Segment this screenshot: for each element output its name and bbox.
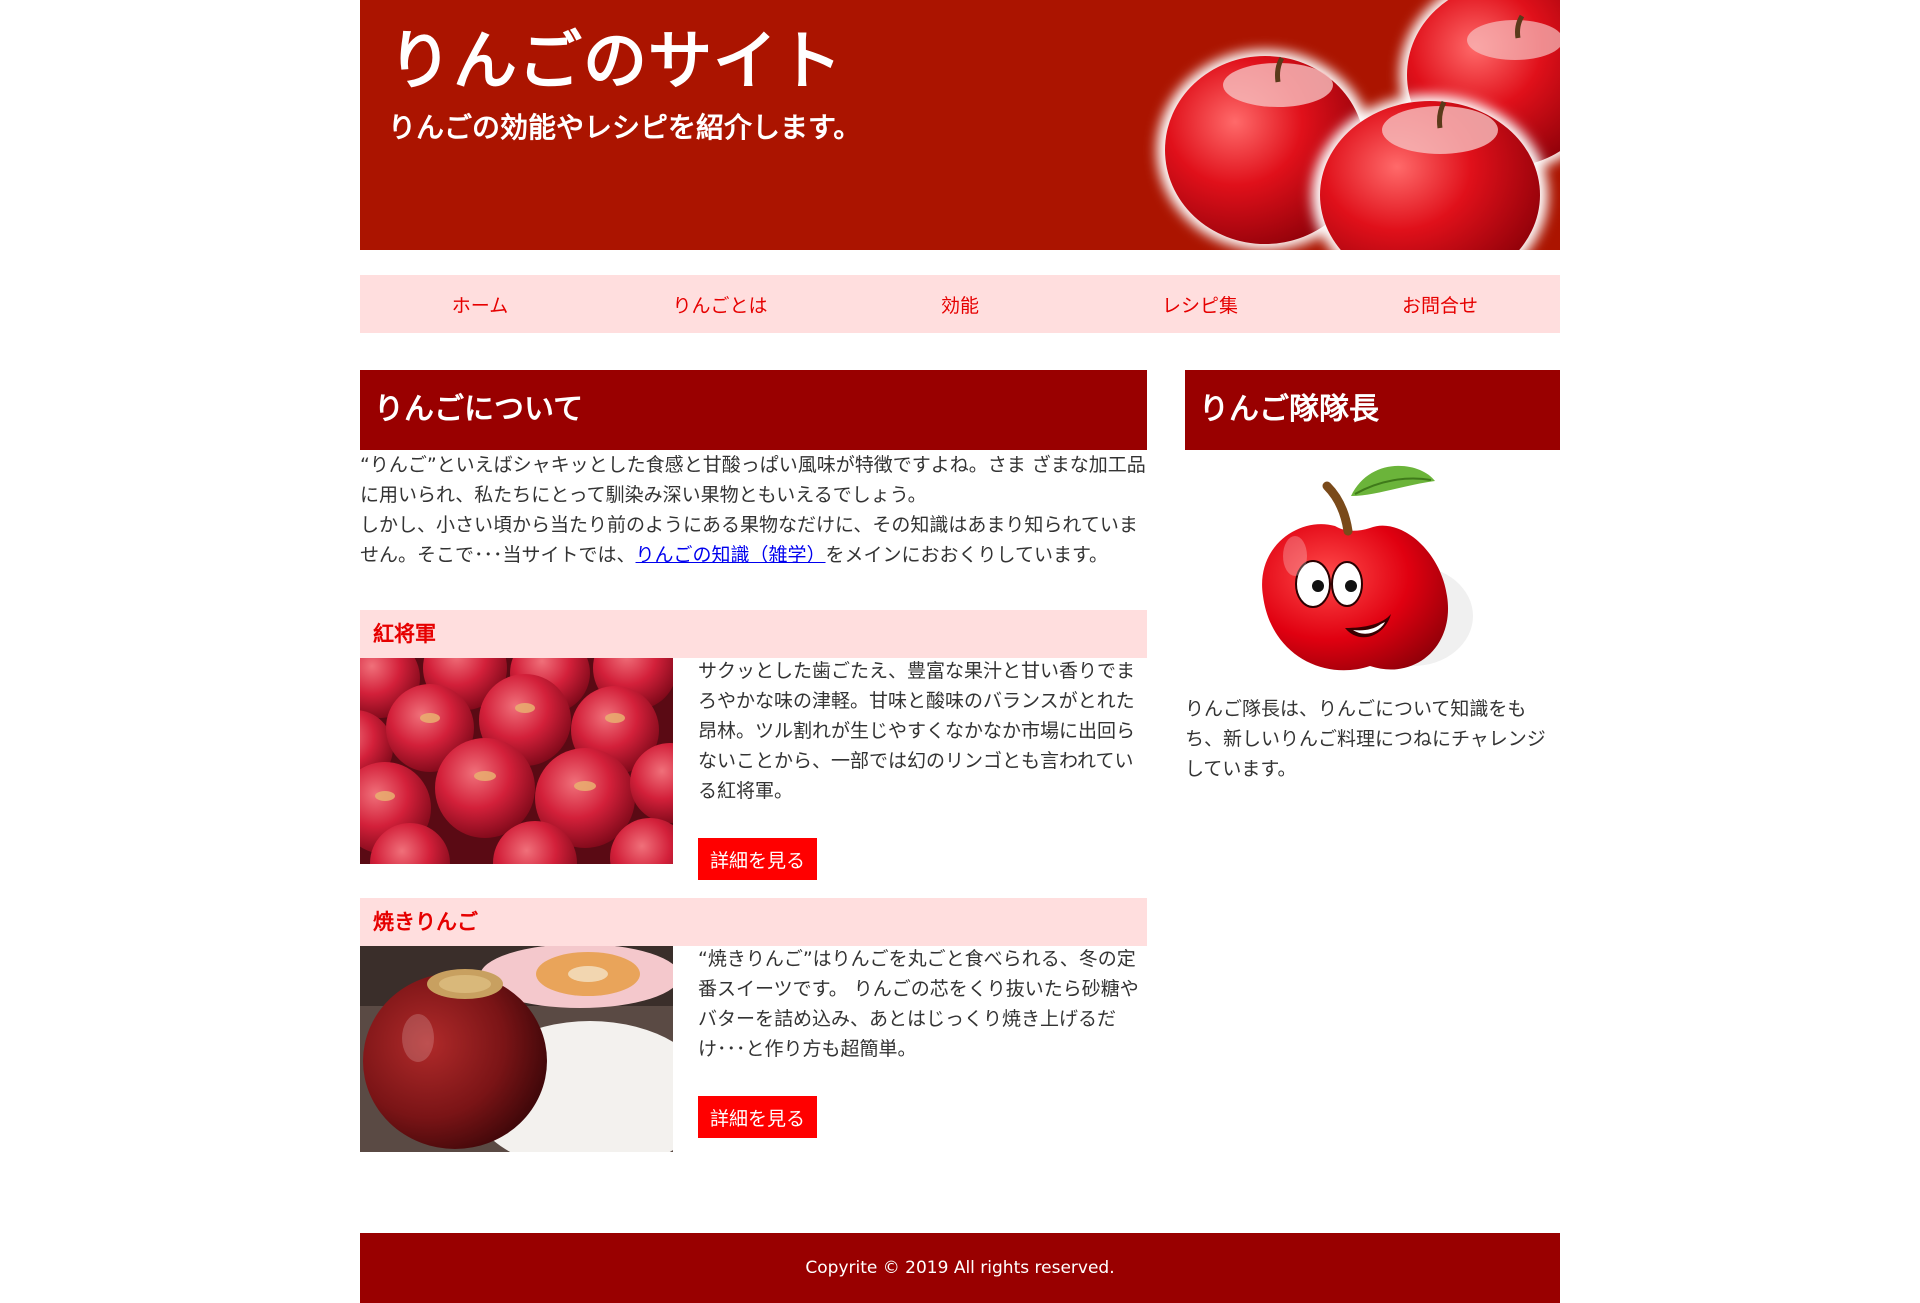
nav-item-contact[interactable]: お問合せ [1320, 275, 1560, 333]
details-button[interactable]: 詳細を見る [698, 1096, 818, 1138]
main-section-title: りんごについて [360, 370, 1147, 450]
site-title: りんごのサイト [388, 25, 843, 99]
site-footer: Copyrite © 2019 All rights reserved. [360, 1233, 1560, 1303]
article-heading: 焼きりんご [360, 898, 1147, 946]
details-button[interactable]: 詳細を見る [698, 838, 818, 880]
header-apples-image [1157, 0, 1560, 250]
article-heading: 紅将軍 [360, 610, 1147, 658]
apple-knowledge-link[interactable]: りんごの知識（雑学） [636, 544, 826, 566]
article-body: “焼きりんご”はりんごを丸ごと食べられる、冬の定番スイーツです。 りんごの芯をく… [360, 946, 1147, 1152]
sidebar-text: りんご隊長は、りんごについて知識をもち、新しいりんご料理につねにチャレンジしてい… [1185, 698, 1546, 780]
site-header: りんごのサイト りんごの効能やレシピを紹介します。 [360, 0, 1560, 250]
article-text: “焼きりんご”はりんごを丸ごと食べられる、冬の定番スイーツです。 りんごの芯をく… [698, 948, 1139, 1060]
sidebar-title: りんご隊隊長 [1185, 370, 1560, 450]
intro-text-after-link: をメインにおおくりしています。 [825, 544, 1109, 566]
intro-paragraph-2: しかし、小さい頃から当たり前のようにある果物なだけに、その知識はあまり知られてい… [360, 510, 1147, 570]
article-text: サクッとした歯ごたえ、豊富な果汁と甘い香りでまろやかな味の津軽。甘味と酸味のバラ… [698, 660, 1136, 802]
nav-item-about[interactable]: りんごとは [600, 275, 840, 333]
site-subtitle: りんごの効能やレシピを紹介します。 [388, 111, 862, 144]
article-body: サクッとした歯ごたえ、豊富な果汁と甘い香りでまろやかな味の津軽。甘味と酸味のバラ… [360, 658, 1147, 880]
intro-paragraph-1: “りんご”といえばシャキッとした食感と甘酸っぱい風味が特徴ですよね。さま ざまな… [360, 454, 1146, 506]
article-card: 紅将軍 サクッとした歯ごたえ、豊富な果汁と甘い香りでまろやかな味の津軽。甘味と酸… [360, 610, 1147, 880]
nav-item-effects[interactable]: 効能 [840, 275, 1080, 333]
nav-item-recipes[interactable]: レシピ集 [1080, 275, 1320, 333]
page: りんごのサイト りんごの効能やレシピを紹介します。 ホーム りんごとは 効能 レ… [360, 0, 1560, 1303]
nav-item-home[interactable]: ホーム [360, 275, 600, 333]
copyright-text: Copyrite © 2019 All rights reserved. [805, 1258, 1115, 1278]
article-card: 焼きりんご “焼きりんご”はりんごを丸ごと食べられる、冬の定番スイーツです。 り… [360, 898, 1147, 1152]
baked-apple-image [360, 946, 673, 1152]
sidebar: りんご隊隊長 りんご隊長は、りんごについて知識をもち、新しいりんご料理につねにチ… [1185, 370, 1560, 784]
global-nav: ホーム りんごとは 効能 レシピ集 お問合せ [360, 275, 1560, 333]
apples-pile-image [360, 658, 673, 864]
apple-captain-illustration [1185, 456, 1560, 682]
main-content: りんごについて “りんご”といえばシャキッとした食感と甘酸っぱい風味が特徴ですよ… [360, 370, 1147, 1152]
